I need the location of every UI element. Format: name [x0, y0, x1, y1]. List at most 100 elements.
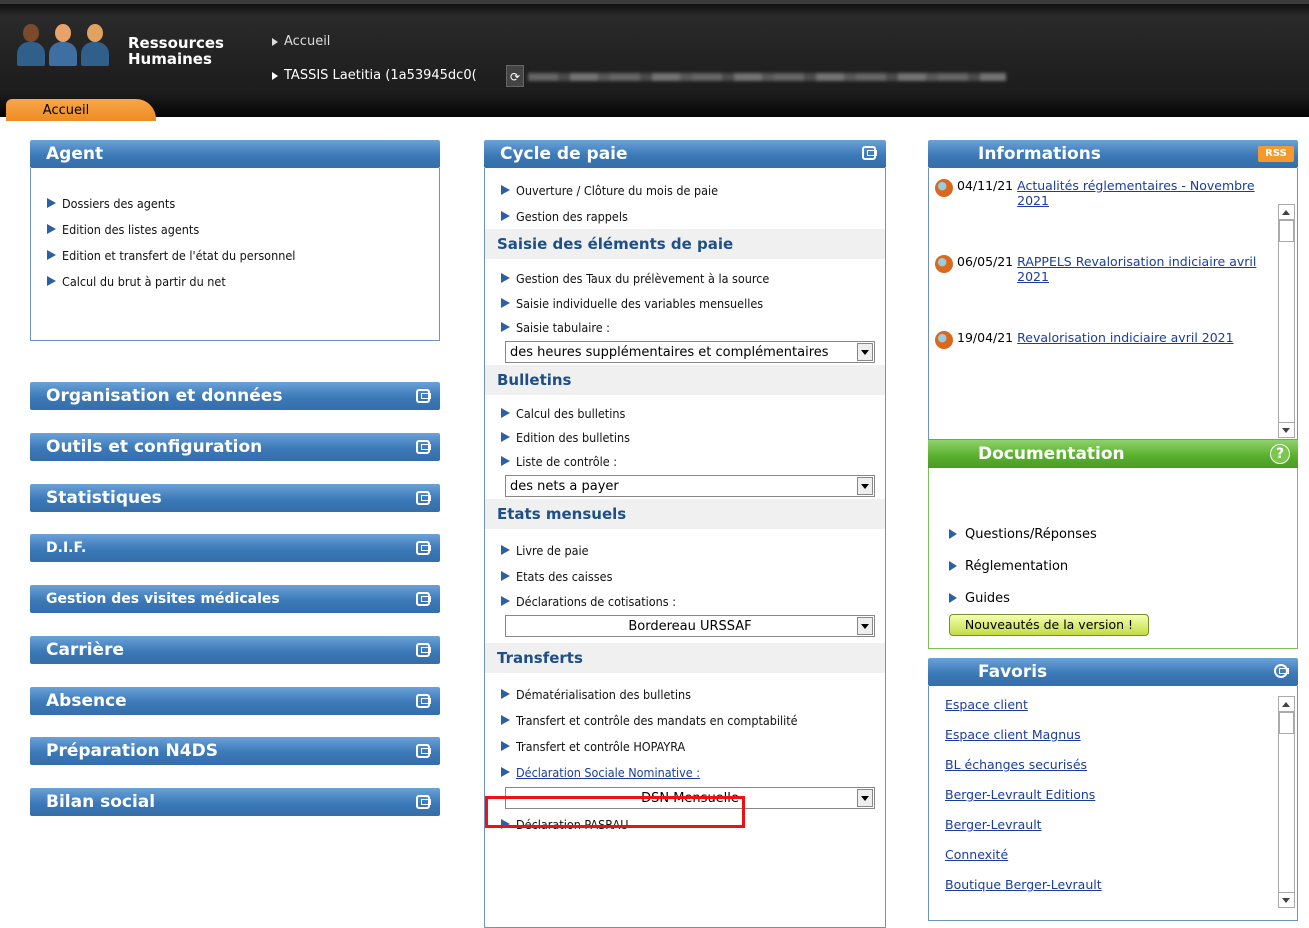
rss-icon[interactable]: RSS [1258, 146, 1294, 162]
link-dsn[interactable]: Déclaration Sociale Nominative : [485, 759, 885, 785]
select-declarations[interactable]: Bordereau URSSAF [505, 615, 875, 637]
scroll-up-icon[interactable] [1279, 697, 1294, 712]
person-icon [80, 20, 110, 68]
agent-link-etat-personnel[interactable]: Edition et transfert de l'état du person… [31, 242, 439, 268]
nouveautes-button[interactable]: Nouveautés de la version ! [949, 614, 1149, 636]
scroll-thumb[interactable] [1279, 220, 1294, 242]
redacted-info [528, 73, 1006, 81]
panel-n4ds[interactable]: Préparation N4DS [30, 737, 440, 765]
news-item: 06/05/21 RAPPELS Revalorisation indiciair… [929, 250, 1275, 326]
scroll-up-icon[interactable] [1279, 205, 1294, 220]
window-icon[interactable] [1274, 664, 1289, 678]
current-user[interactable]: TASSIS Laetitia (1a53945dc0( [272, 68, 477, 83]
refresh-icon[interactable]: ⟳ [506, 65, 524, 87]
panel-outils[interactable]: Outils et configuration [30, 433, 440, 461]
window-icon[interactable] [416, 389, 431, 403]
arrow-right-icon [501, 741, 510, 751]
arrow-right-icon [501, 408, 510, 418]
arrow-right-icon [47, 224, 56, 234]
arrow-right-icon [949, 561, 957, 571]
window-icon[interactable] [416, 440, 431, 454]
fav-item[interactable]: Berger-Levrault [929, 810, 1275, 840]
chevron-down-icon[interactable] [857, 343, 873, 361]
panel-carriere[interactable]: Carrière [30, 636, 440, 664]
window-icon[interactable] [416, 694, 431, 708]
window-icon[interactable] [416, 592, 431, 606]
agent-link-listes[interactable]: Edition des listes agents [31, 216, 439, 242]
link-transfert-mandats[interactable]: Transfert et contrôle des mandats en com… [485, 707, 885, 733]
panel-dif[interactable]: D.I.F. [30, 534, 440, 562]
chevron-down-icon[interactable] [857, 477, 873, 495]
select-saisie-tabulaire[interactable]: des heures supplémentaires et complément… [505, 341, 875, 363]
panel-absence[interactable]: Absence [30, 687, 440, 715]
window-icon[interactable] [416, 491, 431, 505]
link-hopayra[interactable]: Transfert et contrôle HOPAYRA [485, 733, 885, 759]
scroll-thumb[interactable] [1279, 712, 1294, 734]
panel-statistiques[interactable]: Statistiques [30, 484, 440, 512]
link-calcul-bulletins[interactable]: Calcul des bulletins [485, 401, 885, 425]
link-saisie-individuelle[interactable]: Saisie individuelle des variables mensue… [485, 291, 885, 315]
documentation-body: Questions/Réponses Réglementation Guides… [928, 468, 1298, 649]
favoris-body: Espace client Espace client Magnus BL éc… [928, 686, 1298, 921]
favoris-header: Favoris [928, 658, 1298, 686]
red-highlight-box [485, 796, 745, 828]
help-icon[interactable]: ? [1270, 444, 1290, 464]
breadcrumb-home[interactable]: Accueil [272, 34, 330, 49]
panel-bilan-social[interactable]: Bilan social [30, 788, 440, 816]
doc-link-reglementation[interactable]: Réglementation [929, 550, 1297, 582]
window-icon[interactable] [416, 643, 431, 657]
arrow-right-icon [501, 432, 510, 442]
link-taux-prelevement[interactable]: Gestion des Taux du prélèvement à la sou… [485, 265, 885, 291]
chevron-down-icon[interactable] [857, 617, 873, 635]
window-icon[interactable] [416, 744, 431, 758]
scroll-down-icon[interactable] [1279, 892, 1294, 907]
scroll-down-icon[interactable] [1279, 422, 1294, 437]
fav-item[interactable]: Connexité [929, 840, 1275, 870]
panel-organisation[interactable]: Organisation et données [30, 382, 440, 410]
window-icon[interactable] [416, 795, 431, 809]
link-liste-controle[interactable]: Liste de contrôle : [485, 449, 885, 473]
link-declarations-cotisations[interactable]: Déclarations de cotisations : [485, 589, 885, 613]
news-icon [935, 179, 953, 197]
arrow-right-icon [47, 198, 56, 208]
arrow-right-icon [501, 298, 510, 308]
link-ouverture-cloture[interactable]: Ouverture / Clôture du mois de paie [485, 177, 885, 203]
panel-visites-medicales[interactable]: Gestion des visites médicales [30, 585, 440, 613]
triangle-right-icon [272, 37, 278, 46]
fav-item[interactable]: BL échanges securisés [929, 750, 1275, 780]
doc-link-guides[interactable]: Guides [929, 582, 1297, 614]
section-transferts: Transferts [485, 643, 885, 673]
arrow-right-icon [949, 593, 957, 603]
select-liste-controle[interactable]: des nets a payer [505, 475, 875, 497]
section-saisie: Saisie des éléments de paie [485, 229, 885, 259]
doc-link-questions[interactable]: Questions/Réponses [929, 518, 1297, 550]
news-icon [935, 255, 953, 273]
arrow-right-icon [47, 276, 56, 286]
news-scrollbar[interactable] [1278, 204, 1295, 438]
link-etats-caisses[interactable]: Etats des caisses [485, 563, 885, 589]
favoris-scrollbar[interactable] [1278, 696, 1295, 908]
link-edition-bulletins[interactable]: Edition des bulletins [485, 425, 885, 449]
chevron-down-icon[interactable] [857, 789, 873, 807]
triangle-right-icon [272, 71, 278, 80]
cycle-paie-header[interactable]: Cycle de paie [484, 140, 886, 168]
tab-accueil[interactable]: Accueil [6, 99, 156, 121]
fav-item[interactable]: Berger-Levrault Editions [929, 780, 1275, 810]
link-dematerialisation[interactable]: Dématérialisation des bulletins [485, 681, 885, 707]
window-icon[interactable] [416, 541, 431, 555]
fav-item[interactable]: Boutique Berger-Levrault [929, 870, 1275, 900]
agent-link-dossiers[interactable]: Dossiers des agents [31, 190, 439, 216]
fav-item[interactable]: Espace client [929, 690, 1275, 720]
window-icon[interactable] [862, 146, 877, 160]
brand-subtitle: Humaines [128, 50, 212, 68]
arrow-right-icon [501, 185, 510, 195]
fav-item[interactable]: Espace client Magnus [929, 720, 1275, 750]
link-saisie-tabulaire[interactable]: Saisie tabulaire : [485, 315, 885, 339]
link-gestion-rappels[interactable]: Gestion des rappels [485, 203, 885, 229]
agent-panel: Agent Dossiers des agents Edition des li… [30, 140, 440, 341]
link-livre-paie[interactable]: Livre de paie [485, 537, 885, 563]
agent-link-brut-net[interactable]: Calcul du brut à partir du net [31, 268, 439, 294]
arrow-right-icon [501, 273, 510, 283]
hr-people-logo [16, 20, 114, 68]
agent-panel-header[interactable]: Agent [30, 140, 440, 168]
